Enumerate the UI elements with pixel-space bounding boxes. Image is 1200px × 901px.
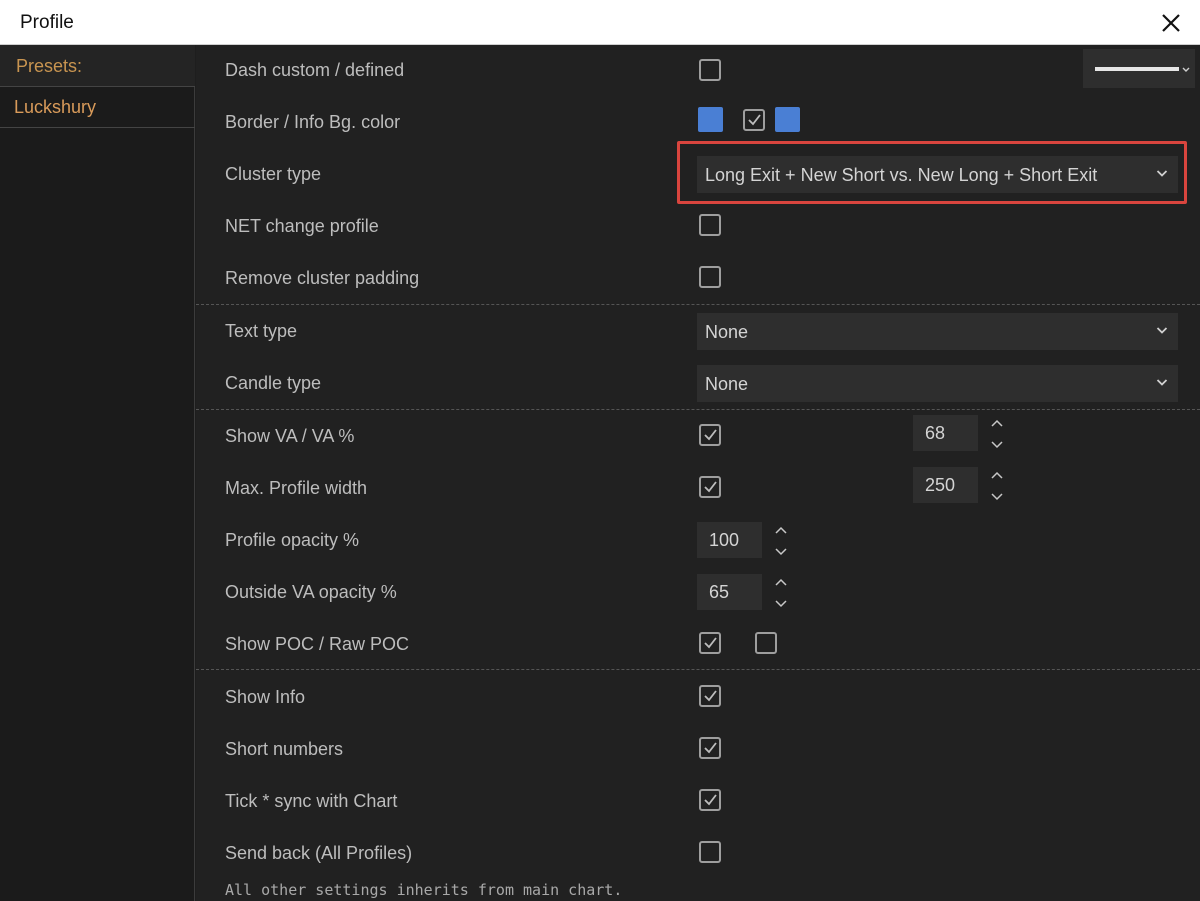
show-poc-label: Show POC / Raw POC <box>225 634 410 654</box>
chevron-down-icon <box>1156 379 1168 386</box>
stepper-arrows-icon <box>775 526 787 556</box>
line-style-preview <box>1095 67 1179 71</box>
stepper-arrows-icon <box>991 419 1003 449</box>
cluster-type-dropdown[interactable]: Long Exit + New Short vs. New Long + Sho… <box>697 156 1178 193</box>
outside-va-opacity-stepper[interactable] <box>773 576 789 610</box>
stepper-arrows-icon <box>775 578 787 608</box>
candle-type-label: Candle type <box>225 373 322 393</box>
presets-sidebar: Presets: Luckshury <box>0 45 195 901</box>
border-info-label: Border / Info Bg. color <box>225 112 401 132</box>
title-bar: Profile <box>0 0 1200 45</box>
show-va-label: Show VA / VA % <box>225 426 355 446</box>
show-info-label: Show Info <box>225 687 306 707</box>
va-percent-value: 68 <box>925 423 946 443</box>
max-width-value: 250 <box>925 475 956 495</box>
outside-va-opacity-label: Outside VA opacity % <box>225 582 397 602</box>
text-type-label: Text type <box>225 321 298 341</box>
preset-item-luckshury[interactable]: Luckshury <box>0 87 195 128</box>
line-style-dropdown[interactable] <box>1083 49 1195 88</box>
preset-item-label: Luckshury <box>14 97 97 117</box>
close-icon <box>1162 14 1180 32</box>
chevron-down-icon <box>1156 170 1168 177</box>
send-back-checkbox[interactable] <box>699 841 721 863</box>
section-divider <box>196 409 1200 410</box>
show-info-checkbox[interactable] <box>699 685 721 707</box>
checkmark-icon <box>704 690 717 702</box>
net-change-label: NET change profile <box>225 216 379 236</box>
net-change-checkbox[interactable] <box>699 214 721 236</box>
profile-opacity-value: 100 <box>709 530 740 550</box>
profile-opacity-stepper[interactable] <box>773 524 789 558</box>
section-divider <box>196 304 1200 305</box>
text-type-value: None <box>705 322 749 342</box>
text-type-dropdown[interactable]: None <box>697 313 1178 350</box>
cluster-type-value: Long Exit + New Short vs. New Long + Sho… <box>705 165 1098 185</box>
send-back-label: Send back (All Profiles) <box>225 843 413 863</box>
info-bg-checkbox[interactable] <box>743 109 765 131</box>
show-poc-checkbox[interactable] <box>699 632 721 654</box>
remove-padding-label: Remove cluster padding <box>225 268 420 288</box>
profile-opacity-input[interactable]: 100 <box>697 522 762 558</box>
checkmark-icon <box>704 742 717 754</box>
checkmark-icon <box>704 794 717 806</box>
va-percent-stepper[interactable] <box>989 417 1005 451</box>
outside-va-opacity-input[interactable]: 65 <box>697 574 762 610</box>
short-numbers-label: Short numbers <box>225 739 344 759</box>
outside-va-opacity-value: 65 <box>709 582 730 602</box>
chevron-down-icon <box>1156 327 1168 334</box>
tick-sync-checkbox[interactable] <box>699 789 721 811</box>
stepper-arrows-icon <box>991 471 1003 501</box>
max-width-label: Max. Profile width <box>225 478 368 498</box>
chevron-down-icon <box>1182 67 1190 72</box>
dash-custom-label: Dash custom / defined <box>225 60 405 80</box>
border-color-swatch[interactable] <box>698 107 723 132</box>
footer-note: All other settings inherits from main ch… <box>225 881 623 899</box>
checkmark-icon <box>704 637 717 649</box>
short-numbers-checkbox[interactable] <box>699 737 721 759</box>
show-va-checkbox[interactable] <box>699 424 721 446</box>
checkmark-icon <box>704 429 717 441</box>
max-width-stepper[interactable] <box>989 469 1005 503</box>
settings-panel: Dash custom / defined Border / Info Bg. … <box>196 45 1200 901</box>
presets-label: Presets: <box>16 56 83 76</box>
candle-type-dropdown[interactable]: None <box>697 365 1178 402</box>
va-percent-input[interactable]: 68 <box>913 415 978 451</box>
info-bg-color-swatch[interactable] <box>775 107 800 132</box>
checkmark-icon <box>748 114 761 126</box>
cluster-type-label: Cluster type <box>225 164 322 184</box>
close-button[interactable] <box>1158 10 1184 36</box>
raw-poc-checkbox[interactable] <box>755 632 777 654</box>
remove-padding-checkbox[interactable] <box>699 266 721 288</box>
max-width-checkbox[interactable] <box>699 476 721 498</box>
section-divider <box>196 669 1200 670</box>
presets-header: Presets: <box>0 45 195 87</box>
candle-type-value: None <box>705 374 749 394</box>
window-title: Profile <box>20 12 74 33</box>
profile-opacity-label: Profile opacity % <box>225 530 360 550</box>
tick-sync-label: Tick * sync with Chart <box>225 791 398 811</box>
checkmark-icon <box>704 481 717 493</box>
max-width-input[interactable]: 250 <box>913 467 978 503</box>
dash-custom-checkbox[interactable] <box>699 59 721 81</box>
